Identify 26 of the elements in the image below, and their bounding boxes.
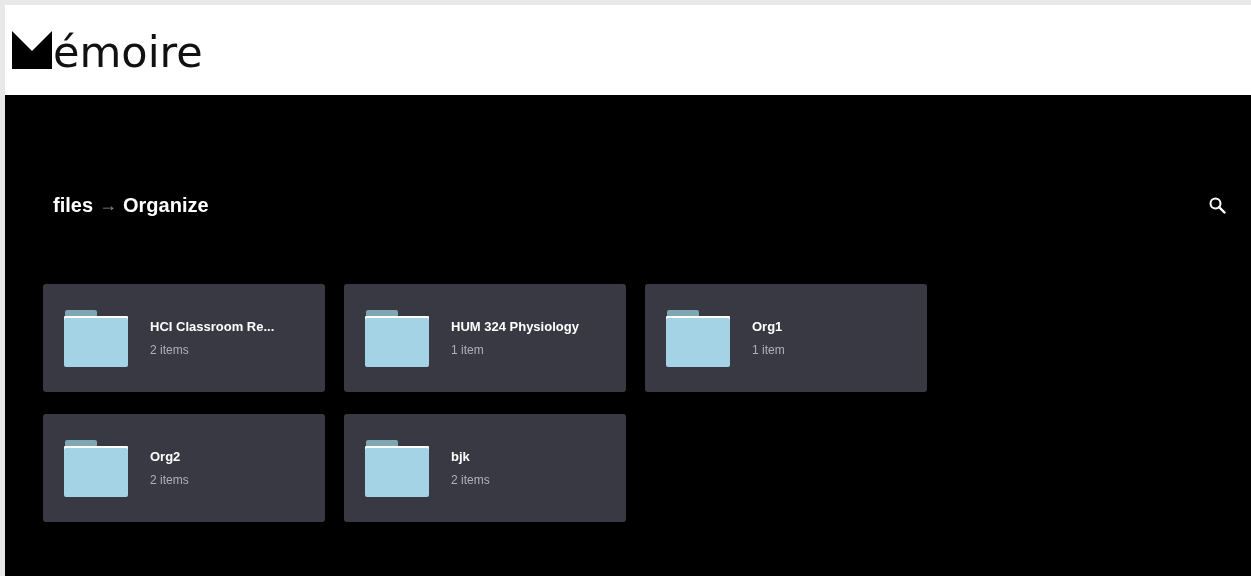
item-count: 1 item	[451, 341, 485, 359]
separator-arrow: →	[99, 193, 118, 217]
logo-mark-icon	[12, 31, 52, 69]
logo-text: émoire	[53, 30, 203, 74]
breadcrumb-link[interactable]: Organize	[123, 190, 209, 220]
folder-icon	[365, 309, 429, 367]
folder-card[interactable]: Org2 2 items	[43, 414, 325, 522]
folder-name: Org1	[752, 318, 784, 337]
folder-name: bjk	[451, 448, 471, 467]
folder-icon	[666, 309, 730, 367]
folder-icon	[365, 439, 429, 497]
item-count: 1 item	[752, 341, 785, 359]
folder-card[interactable]: HUM 324 Physiology 1 item	[344, 284, 626, 392]
search-icon[interactable]	[1209, 196, 1226, 214]
folder-card[interactable]: Org1 1 item	[645, 284, 927, 392]
item-count: 2 items	[150, 341, 190, 359]
folder-card[interactable]: HCI Classroom Re... 2 items	[43, 284, 325, 392]
folder-icon	[64, 439, 128, 497]
breadcrumb-link[interactable]: files	[53, 190, 94, 220]
folder-icon	[64, 309, 128, 367]
item-count: 2 items	[150, 471, 189, 489]
folder-name: Org2	[150, 448, 182, 467]
folder-name: HCI Classroom Re...	[150, 318, 275, 337]
folder-name: HUM 324 Physiology	[451, 318, 579, 337]
folder-card[interactable]: bjk 2 items	[344, 414, 626, 522]
item-count: 2 items	[451, 471, 490, 489]
